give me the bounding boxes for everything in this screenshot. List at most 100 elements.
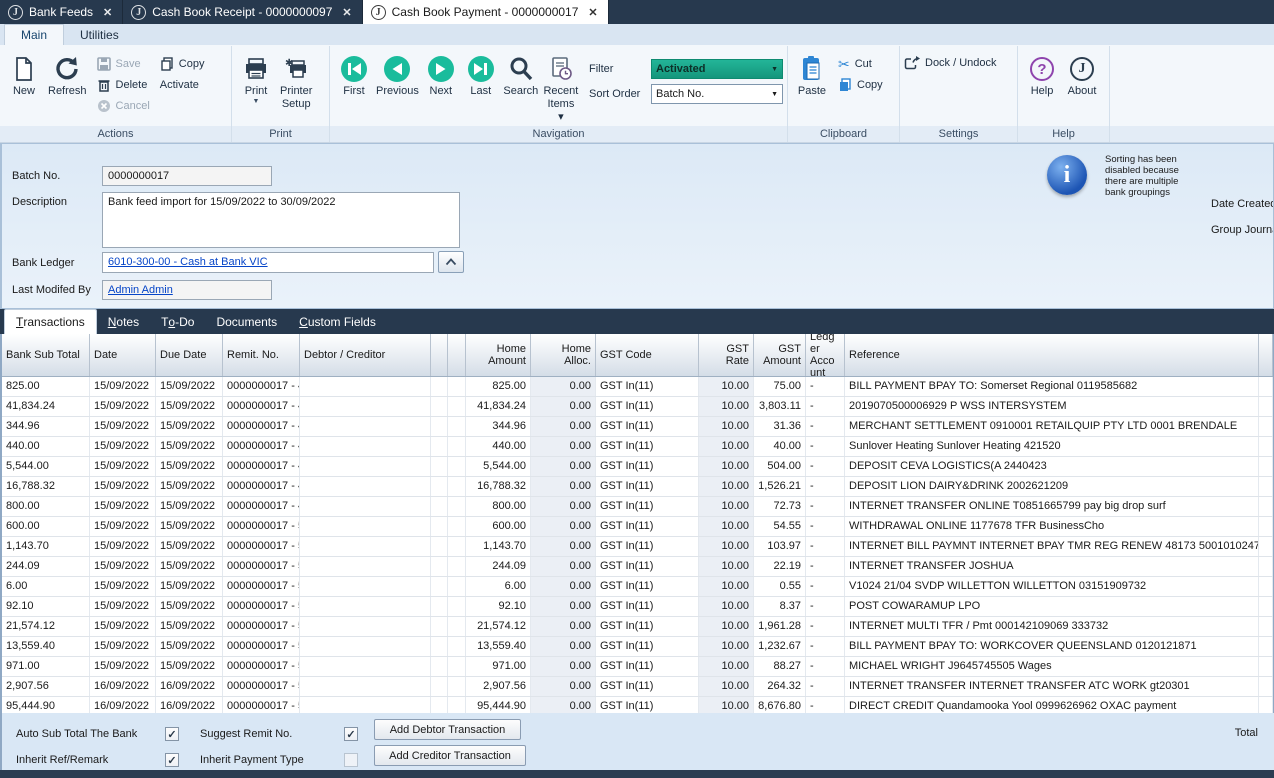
grid-cell[interactable]: 2,907.56: [466, 677, 531, 696]
grid-cell[interactable]: [1259, 517, 1273, 536]
grid-cell[interactable]: 0.00: [531, 657, 596, 676]
grid-cell[interactable]: -: [806, 637, 845, 656]
grid-cell[interactable]: 10.00: [699, 537, 754, 556]
grid-cell[interactable]: 15/09/2022: [90, 657, 156, 676]
table-row[interactable]: 800.0015/09/202215/09/20220000000017 - 4…: [2, 497, 1273, 517]
grid-cell[interactable]: 16/09/2022: [90, 677, 156, 696]
grid-cell[interactable]: 15/09/2022: [156, 457, 223, 476]
grid-cell[interactable]: [431, 577, 448, 596]
column-header-home-alloc-[interactable]: Home Alloc.: [531, 334, 596, 376]
grid-cell[interactable]: 15/09/2022: [90, 537, 156, 556]
table-row[interactable]: 21,574.1215/09/202215/09/20220000000017 …: [2, 617, 1273, 637]
grid-cell[interactable]: 0000000017 - 4: [223, 417, 300, 436]
table-row[interactable]: 92.1015/09/202215/09/20220000000017 - 59…: [2, 597, 1273, 617]
grid-cell[interactable]: -: [806, 677, 845, 696]
grid-cell[interactable]: 10.00: [699, 697, 754, 713]
grid-cell[interactable]: 10.00: [699, 617, 754, 636]
grid-cell[interactable]: 10.00: [699, 497, 754, 516]
table-row[interactable]: 5,544.0015/09/202215/09/20220000000017 -…: [2, 457, 1273, 477]
grid-cell[interactable]: DIRECT CREDIT Quandamooka Yool 099962696…: [845, 697, 1259, 713]
grid-cell[interactable]: -: [806, 577, 845, 596]
grid-cell[interactable]: [300, 597, 431, 616]
grid-cell[interactable]: 440.00: [2, 437, 90, 456]
column-header-ledger-account[interactable]: Ledger Account: [806, 334, 845, 376]
grid-cell[interactable]: 15/09/2022: [90, 477, 156, 496]
save-button[interactable]: Save: [97, 55, 150, 73]
grid-cell[interactable]: [300, 677, 431, 696]
table-row[interactable]: 6.0015/09/202215/09/20220000000017 - 56.…: [2, 577, 1273, 597]
grid-cell[interactable]: 600.00: [2, 517, 90, 536]
grid-cell[interactable]: [1259, 457, 1273, 476]
grid-cell[interactable]: [300, 577, 431, 596]
grid-cell[interactable]: [1259, 417, 1273, 436]
column-header-debtor-creditor[interactable]: Debtor / Creditor: [300, 334, 431, 376]
grid-cell[interactable]: 15/09/2022: [90, 457, 156, 476]
grid-cell[interactable]: MICHAEL WRIGHT J9645745505 Wages: [845, 657, 1259, 676]
grid-cell[interactable]: 0000000017 - 4: [223, 397, 300, 416]
grid-cell[interactable]: [300, 417, 431, 436]
grid-cell[interactable]: 15/09/2022: [90, 497, 156, 516]
grid-cell[interactable]: GST In(11): [596, 677, 699, 696]
checkbox-inherit-payment-type[interactable]: [344, 753, 358, 767]
grid-cell[interactable]: [300, 637, 431, 656]
grid-cell[interactable]: 0000000017 - 4: [223, 437, 300, 456]
grid-cell[interactable]: [1259, 657, 1273, 676]
grid-cell[interactable]: [1259, 437, 1273, 456]
grid-cell[interactable]: [1259, 397, 1273, 416]
grid-cell[interactable]: [1259, 537, 1273, 556]
grid-cell[interactable]: 0.00: [531, 637, 596, 656]
grid-cell[interactable]: Sunlover Heating Sunlover Heating 421520: [845, 437, 1259, 456]
next-button[interactable]: Next: [421, 51, 461, 100]
doc-tab-cash-book-payment[interactable]: J Cash Book Payment - 0000000017 ✕: [363, 0, 609, 24]
grid-cell[interactable]: [431, 417, 448, 436]
grid-cell[interactable]: 0.00: [531, 377, 596, 396]
grid-cell[interactable]: 10.00: [699, 557, 754, 576]
grid-cell[interactable]: 22.19: [754, 557, 806, 576]
grid-cell[interactable]: 244.09: [2, 557, 90, 576]
grid-cell[interactable]: 0000000017 - 5: [223, 557, 300, 576]
grid-cell[interactable]: [448, 577, 466, 596]
grid-cell[interactable]: GST In(11): [596, 637, 699, 656]
bank-ledger-link[interactable]: 6010-300-00 - Cash at Bank VIC: [108, 256, 268, 268]
grid-cell[interactable]: 15/09/2022: [156, 397, 223, 416]
grid-cell[interactable]: 0.00: [531, 577, 596, 596]
new-button[interactable]: New: [4, 51, 44, 100]
grid-cell[interactable]: DEPOSIT CEVA LOGISTICS(A 2440423: [845, 457, 1259, 476]
grid-cell[interactable]: 72.73: [754, 497, 806, 516]
grid-cell[interactable]: GST In(11): [596, 397, 699, 416]
grid-cell[interactable]: [1259, 677, 1273, 696]
copy-button[interactable]: Copy: [160, 55, 205, 73]
grid-cell[interactable]: 0000000017 - 5: [223, 597, 300, 616]
column-header-due-date[interactable]: Due Date: [156, 334, 223, 376]
grid-cell[interactable]: 0.00: [531, 517, 596, 536]
grid-cell[interactable]: 0.00: [531, 497, 596, 516]
table-row[interactable]: 971.0015/09/202215/09/20220000000017 - 5…: [2, 657, 1273, 677]
print-button[interactable]: Print ▼: [236, 51, 276, 107]
collapse-header-button[interactable]: [438, 251, 464, 273]
last-modified-field[interactable]: Admin Admin: [102, 280, 272, 300]
grid-cell[interactable]: 6.00: [466, 577, 531, 596]
grid-cell[interactable]: [1259, 617, 1273, 636]
grid-cell[interactable]: -: [806, 657, 845, 676]
grid-cell[interactable]: 0000000017 - 5: [223, 517, 300, 536]
grid-cell[interactable]: 0.00: [531, 677, 596, 696]
grid-cell[interactable]: 15/09/2022: [90, 417, 156, 436]
grid-cell[interactable]: 0.00: [531, 477, 596, 496]
grid-cell[interactable]: 15/09/2022: [90, 437, 156, 456]
grid-cell[interactable]: [448, 497, 466, 516]
cut-button[interactable]: ✂ Cut: [838, 55, 883, 73]
grid-cell[interactable]: 16/09/2022: [156, 677, 223, 696]
column-header-date[interactable]: Date: [90, 334, 156, 376]
table-row[interactable]: 41,834.2415/09/202215/09/20220000000017 …: [2, 397, 1273, 417]
column-header-bank-sub-total[interactable]: Bank Sub Total: [2, 334, 90, 376]
grid-cell[interactable]: [300, 557, 431, 576]
grid-cell[interactable]: [448, 697, 466, 713]
grid-cell[interactable]: 344.96: [2, 417, 90, 436]
grid-cell[interactable]: V1024 21/04 SVDP WILLETTON WILLETTON 031…: [845, 577, 1259, 596]
grid-cell[interactable]: 15/09/2022: [156, 517, 223, 536]
grid-cell[interactable]: 15/09/2022: [156, 377, 223, 396]
grid-cell[interactable]: 15/09/2022: [156, 557, 223, 576]
grid-cell[interactable]: 0000000017 - 5: [223, 617, 300, 636]
grid-cell[interactable]: [431, 537, 448, 556]
grid-cell[interactable]: 600.00: [466, 517, 531, 536]
